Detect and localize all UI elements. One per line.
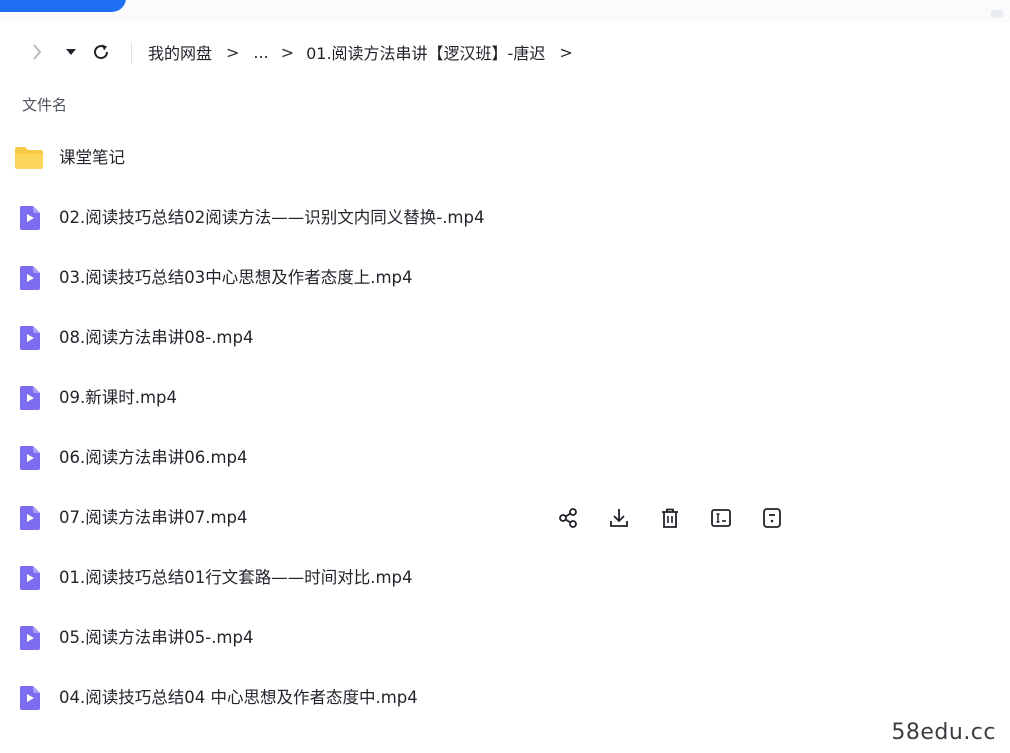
delete-button[interactable] xyxy=(656,504,684,532)
file-name: 09.新课时.mp4 xyxy=(59,388,178,407)
list-item[interactable]: 02.阅读技巧总结02阅读方法——识别文内同义替换-.mp4 xyxy=(0,188,1010,248)
download-button[interactable] xyxy=(605,504,633,532)
history-dropdown-button[interactable] xyxy=(62,33,80,71)
file-name: 05.阅读方法串讲05-.mp4 xyxy=(59,628,254,647)
list-item[interactable]: 03.阅读技巧总结03中心思想及作者态度上.mp4 xyxy=(0,248,1010,308)
active-tab-indicator[interactable] xyxy=(0,0,126,12)
file-name: 03.阅读技巧总结03中心思想及作者态度上.mp4 xyxy=(59,268,413,287)
breadcrumb-ellipsis[interactable]: ... xyxy=(253,43,268,62)
breadcrumb-separator: > xyxy=(280,42,295,62)
nav-divider xyxy=(131,42,132,64)
video-file-icon xyxy=(20,626,40,650)
download-icon xyxy=(610,509,628,527)
breadcrumb-separator: > xyxy=(226,42,240,62)
list-item[interactable]: 09.新课时.mp4 xyxy=(0,368,1010,428)
window-control[interactable] xyxy=(991,10,1003,18)
breadcrumb-root[interactable]: 我的网盘 xyxy=(148,40,212,64)
share-button[interactable] xyxy=(554,504,582,532)
file-name: 04.阅读技巧总结04 中心思想及作者态度中.mp4 xyxy=(59,688,418,707)
file-name: 课堂笔记 xyxy=(59,148,125,167)
more-info-icon xyxy=(763,508,781,528)
rename-button[interactable] xyxy=(707,504,735,532)
list-item[interactable]: 05.阅读方法串讲05-.mp4 xyxy=(0,608,1010,668)
file-name: 02.阅读技巧总结02阅读方法——识别文内同义替换-.mp4 xyxy=(59,208,485,227)
video-file-icon xyxy=(20,566,40,590)
list-item[interactable]: 06.阅读方法串讲06.mp4 xyxy=(0,428,1010,488)
video-file-icon xyxy=(20,266,40,290)
list-item[interactable]: 08.阅读方法串讲08-.mp4 xyxy=(0,308,1010,368)
row-actions xyxy=(554,504,809,532)
delete-icon xyxy=(662,508,678,528)
file-name: 07.阅读方法串讲07.mp4 xyxy=(59,508,248,527)
video-file-icon xyxy=(20,446,40,470)
rename-icon xyxy=(711,509,731,527)
list-item[interactable]: 01.阅读技巧总结01行文套路——时间对比.mp4 xyxy=(0,548,1010,608)
caret-down-icon xyxy=(66,49,76,55)
refresh-button[interactable] xyxy=(89,33,113,71)
breadcrumb-current[interactable]: 01.阅读方法串讲【逻汉班】-唐迟 xyxy=(306,40,545,64)
watermark: 58edu.cc xyxy=(891,720,996,745)
navigation-bar: 我的网盘 > ... > 01.阅读方法串讲【逻汉班】-唐迟 > xyxy=(0,33,1010,71)
breadcrumb-separator[interactable]: > xyxy=(559,43,572,62)
list-item[interactable]: 课堂笔记 xyxy=(0,128,1010,188)
file-list: 课堂笔记 02.阅读技巧总结02阅读方法——识别文内同义替换-.mp4 03.阅… xyxy=(0,128,1010,728)
video-file-icon xyxy=(20,206,40,230)
file-name: 01.阅读技巧总结01行文套路——时间对比.mp4 xyxy=(59,568,413,587)
video-file-icon xyxy=(20,386,40,410)
share-icon xyxy=(559,508,577,528)
chevron-left-icon xyxy=(33,44,42,60)
list-item[interactable]: 04.阅读技巧总结04 中心思想及作者态度中.mp4 xyxy=(0,668,1010,728)
back-button[interactable] xyxy=(26,33,48,71)
breadcrumb: 我的网盘 > ... > 01.阅读方法串讲【逻汉班】-唐迟 > xyxy=(148,33,587,71)
video-file-icon xyxy=(20,326,40,350)
video-file-icon xyxy=(20,686,40,710)
refresh-icon xyxy=(94,44,109,60)
video-file-icon xyxy=(20,506,40,530)
file-name: 08.阅读方法串讲08-.mp4 xyxy=(59,328,254,347)
file-name: 06.阅读方法串讲06.mp4 xyxy=(59,448,248,467)
top-strip xyxy=(0,0,1010,22)
list-item-hovered[interactable]: 07.阅读方法串讲07.mp4 xyxy=(0,488,1010,548)
column-header-filename[interactable]: 文件名 xyxy=(22,94,67,115)
folder-icon xyxy=(15,147,43,169)
more-info-button[interactable] xyxy=(758,504,786,532)
